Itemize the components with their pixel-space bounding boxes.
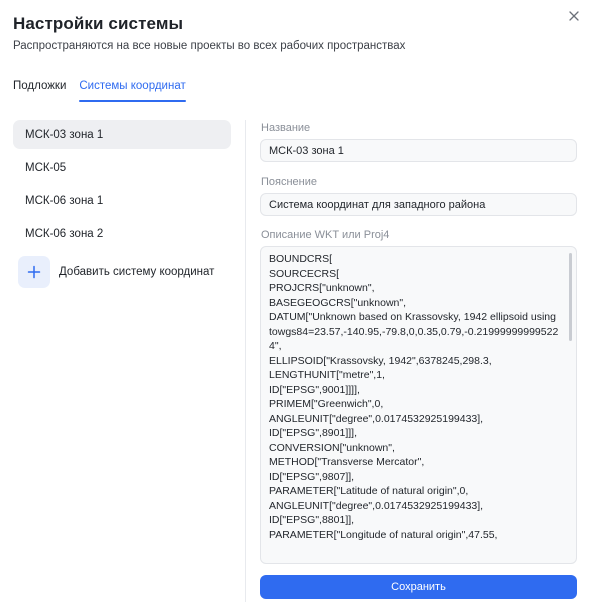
coordinate-system-list: МСК-03 зона 1 МСК-05 МСК-06 зона 1 МСК-0… bbox=[13, 120, 231, 252]
dialog-title: Настройки системы bbox=[13, 14, 184, 33]
add-coordinate-system-label: Добавить систему координат bbox=[59, 266, 215, 278]
plus-icon[interactable] bbox=[18, 256, 50, 288]
save-button[interactable]: Сохранить bbox=[260, 575, 577, 599]
scrollbar-thumb[interactable] bbox=[569, 253, 572, 341]
wkt-label: Описание WKT или Proj4 bbox=[261, 229, 390, 241]
wkt-textarea[interactable]: BOUNDCRS[ SOURCECRS[ PROJCRS["unknown", … bbox=[260, 246, 577, 564]
name-field[interactable]: МСК-03 зона 1 bbox=[260, 139, 577, 162]
list-item[interactable]: МСК-06 зона 1 bbox=[13, 186, 231, 215]
list-item[interactable]: МСК-05 bbox=[13, 153, 231, 182]
panel-divider bbox=[245, 120, 246, 602]
tabs: Подложки Системы координат bbox=[13, 80, 187, 102]
tab-basemaps[interactable]: Подложки bbox=[13, 80, 66, 102]
description-field[interactable]: Система координат для западного района bbox=[260, 193, 577, 216]
tab-coordinate-systems[interactable]: Системы координат bbox=[79, 80, 187, 102]
close-icon[interactable] bbox=[566, 8, 582, 24]
dialog-subtitle: Распространяются на все новые проекты во… bbox=[13, 40, 406, 52]
list-item[interactable]: МСК-06 зона 2 bbox=[13, 219, 231, 248]
description-label: Пояснение bbox=[261, 176, 318, 188]
list-item[interactable]: МСК-03 зона 1 bbox=[13, 120, 231, 149]
add-coordinate-system-button[interactable]: Добавить систему координат bbox=[18, 256, 214, 288]
name-label: Название bbox=[261, 122, 311, 134]
wkt-text: BOUNDCRS[ SOURCECRS[ PROJCRS["unknown", … bbox=[269, 253, 559, 541]
system-settings-dialog: Настройки системы Распространяются на вс… bbox=[0, 0, 589, 613]
